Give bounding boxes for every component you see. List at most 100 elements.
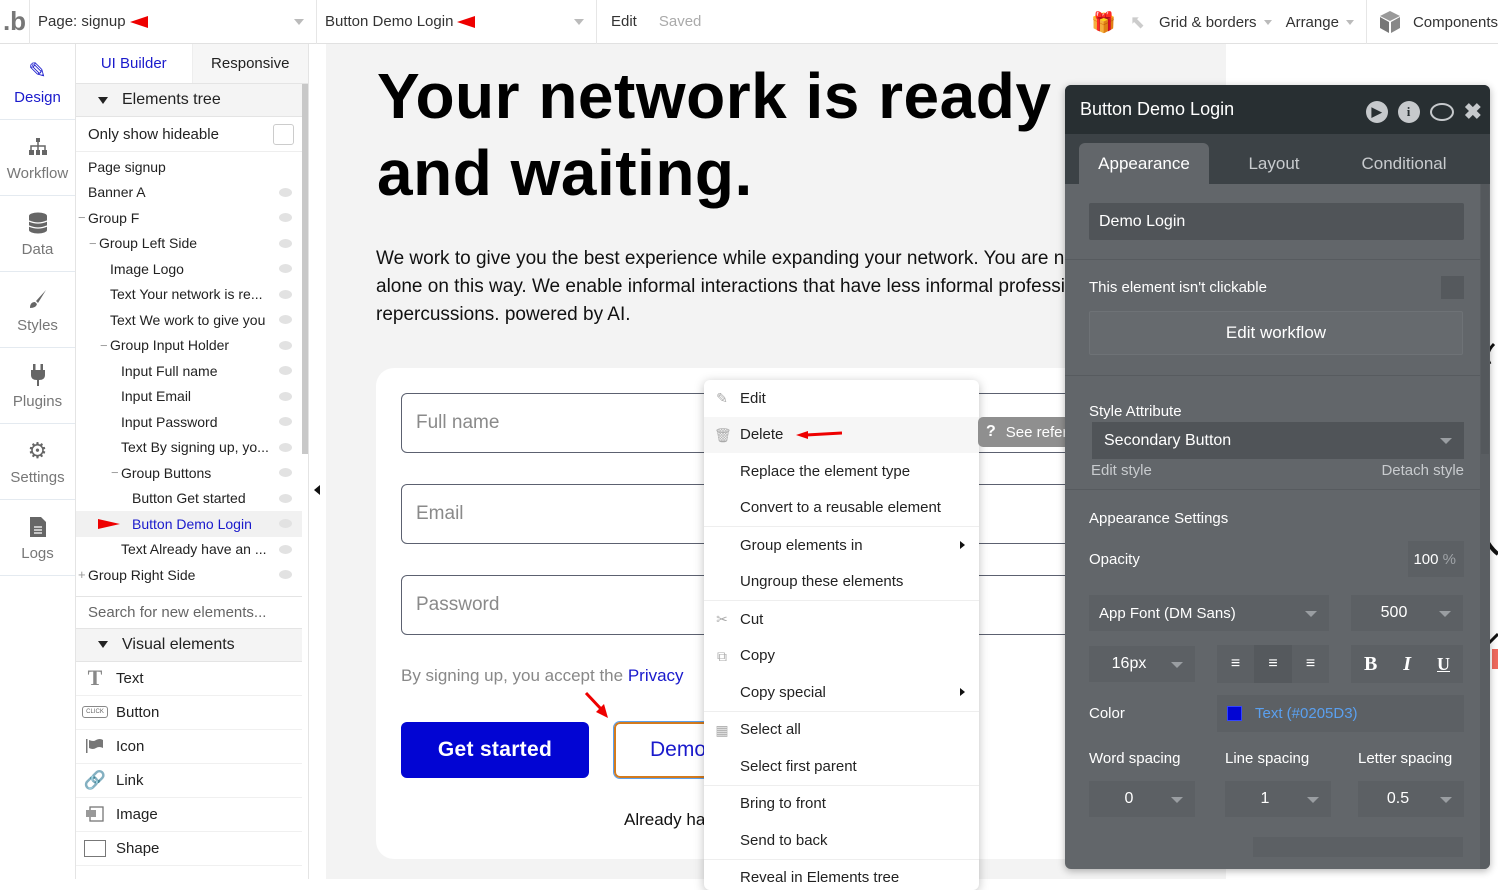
eye-icon[interactable]: [279, 239, 292, 248]
tab-layout[interactable]: Layout: [1209, 143, 1339, 184]
tree-item[interactable]: Banner A: [76, 180, 302, 206]
menu-item-edit[interactable]: ✎Edit: [704, 380, 979, 417]
menu-item-bring-to-front[interactable]: Bring to front: [704, 786, 979, 823]
align-right-icon[interactable]: ≡: [1292, 645, 1329, 683]
elements-tree-header[interactable]: Elements tree: [76, 84, 302, 117]
tree-item[interactable]: Image Logo: [76, 256, 302, 282]
nav-design[interactable]: ✎ Design: [0, 44, 75, 120]
word-spacing-dropdown[interactable]: 0: [1089, 781, 1195, 817]
nav-settings[interactable]: ⚙ Settings: [0, 424, 75, 500]
tree-item[interactable]: Page signup: [76, 154, 302, 180]
arrange-menu[interactable]: Arrange: [1286, 14, 1354, 31]
font-size-dropdown[interactable]: 16px: [1089, 646, 1195, 682]
menu-item-group-elements-in[interactable]: Group elements in: [704, 527, 979, 564]
eye-icon[interactable]: [279, 188, 292, 197]
tree-item[interactable]: Text We work to give you: [76, 307, 302, 333]
tree-item[interactable]: Text Your network is re...: [76, 282, 302, 308]
nav-workflow[interactable]: Workflow: [0, 120, 75, 196]
font-family-dropdown[interactable]: App Font (DM Sans): [1089, 595, 1329, 631]
button-text-input[interactable]: Demo Login: [1089, 203, 1464, 240]
not-clickable-checkbox[interactable]: [1441, 276, 1464, 299]
collapse-panel-icon[interactable]: [314, 485, 320, 495]
menu-item-cut[interactable]: ✂Cut: [704, 601, 979, 638]
visual-element-link[interactable]: 🔗 Link: [76, 764, 302, 798]
tab-appearance[interactable]: Appearance: [1079, 143, 1209, 184]
visual-element-icon[interactable]: Icon: [76, 730, 302, 764]
property-editor-header[interactable]: Button Demo Login ▶ i ✖: [1065, 85, 1490, 134]
tree-item[interactable]: Button Demo Login: [76, 511, 302, 537]
collapse-icon[interactable]: −: [111, 465, 119, 480]
collapse-icon[interactable]: −: [89, 236, 97, 251]
tree-item[interactable]: Text By signing up, yo...: [76, 435, 302, 461]
close-icon[interactable]: ✖: [1464, 99, 1482, 125]
tab-ui-builder[interactable]: UI Builder: [76, 44, 193, 83]
underline-icon[interactable]: U: [1437, 654, 1450, 675]
search-elements-input[interactable]: Search for new elements...: [76, 596, 302, 629]
privacy-link[interactable]: Privacy: [628, 666, 684, 685]
eye-icon[interactable]: [279, 494, 292, 503]
collapse-icon[interactable]: −: [78, 210, 86, 225]
bubble-logo[interactable]: .b: [0, 0, 30, 44]
menu-item-reveal-in-elements-tree[interactable]: Reveal in Elements tree: [704, 860, 979, 890]
eye-icon[interactable]: [279, 264, 292, 273]
detach-style-link[interactable]: Detach style: [1381, 462, 1464, 479]
eye-icon[interactable]: [279, 341, 292, 350]
gift-icon[interactable]: 🎁: [1091, 10, 1116, 35]
nav-styles[interactable]: Styles: [0, 272, 75, 348]
grid-borders-menu[interactable]: Grid & borders: [1159, 14, 1272, 31]
tree-item[interactable]: Button Get started: [76, 486, 302, 512]
edit-menu[interactable]: Edit: [611, 13, 637, 30]
align-left-icon[interactable]: ≡: [1217, 645, 1254, 683]
eye-icon[interactable]: [279, 213, 292, 222]
edit-workflow-button[interactable]: Edit workflow: [1089, 311, 1463, 355]
tree-item[interactable]: Input Full name: [76, 358, 302, 384]
edit-style-link[interactable]: Edit style: [1091, 462, 1152, 479]
menu-item-replace-the-element-type[interactable]: Replace the element type: [704, 453, 979, 490]
next-field[interactable]: [1253, 837, 1463, 857]
comment-icon[interactable]: [1430, 103, 1454, 121]
align-center-icon[interactable]: ≡: [1254, 645, 1292, 683]
headline[interactable]: Your network is ready and waiting.: [377, 58, 1051, 212]
elements-tree-scrollbar[interactable]: [302, 84, 308, 454]
tree-item[interactable]: −Group Buttons: [76, 460, 302, 486]
color-picker[interactable]: Text (#0205D3): [1217, 695, 1464, 732]
eye-icon[interactable]: [279, 570, 292, 579]
tree-item[interactable]: −Group Input Holder: [76, 333, 302, 359]
expand-icon[interactable]: +: [78, 567, 86, 582]
property-editor-scrollbar[interactable]: [1480, 184, 1490, 869]
eye-icon[interactable]: [279, 545, 292, 554]
line-spacing-dropdown[interactable]: 1: [1225, 781, 1331, 817]
menu-item-select-first-parent[interactable]: Select first parent: [704, 748, 979, 785]
page-selector[interactable]: Page: signup: [30, 0, 317, 44]
nav-data[interactable]: Data: [0, 196, 75, 272]
get-started-button[interactable]: Get started: [401, 722, 589, 778]
nav-logs[interactable]: Logs: [0, 500, 75, 576]
letter-spacing-dropdown[interactable]: 0.5: [1358, 781, 1464, 817]
style-dropdown[interactable]: Secondary Button: [1092, 422, 1464, 459]
nav-plugins[interactable]: Plugins: [0, 348, 75, 424]
tree-item[interactable]: Input Email: [76, 384, 302, 410]
eye-icon[interactable]: [279, 315, 292, 324]
tree-item[interactable]: Input Password: [76, 409, 302, 435]
scrollbar-thumb[interactable]: [1481, 184, 1489, 454]
components-button[interactable]: Components: [1366, 0, 1498, 44]
visual-element-text[interactable]: T Text: [76, 662, 302, 696]
menu-item-copy-special[interactable]: Copy special: [704, 674, 979, 711]
eye-icon[interactable]: [279, 290, 292, 299]
tree-item[interactable]: +Group Right Side: [76, 562, 302, 588]
play-icon[interactable]: ▶: [1366, 101, 1388, 123]
eye-icon[interactable]: [279, 519, 292, 528]
menu-item-copy[interactable]: ⧉Copy: [704, 638, 979, 675]
tree-item[interactable]: Text Already have an ...: [76, 537, 302, 563]
collapse-icon[interactable]: −: [100, 338, 108, 353]
menu-item-send-to-back[interactable]: Send to back: [704, 822, 979, 859]
opacity-input[interactable]: 100 %: [1408, 541, 1464, 577]
italic-icon[interactable]: I: [1403, 653, 1411, 676]
cursor-icon[interactable]: ⬉: [1130, 12, 1145, 33]
info-icon[interactable]: i: [1398, 101, 1420, 123]
tab-conditional[interactable]: Conditional: [1339, 143, 1469, 184]
tab-responsive[interactable]: Responsive: [193, 44, 309, 83]
eye-icon[interactable]: [279, 468, 292, 477]
eye-icon[interactable]: [279, 417, 292, 426]
menu-item-select-all[interactable]: ▦Select all: [704, 712, 979, 749]
